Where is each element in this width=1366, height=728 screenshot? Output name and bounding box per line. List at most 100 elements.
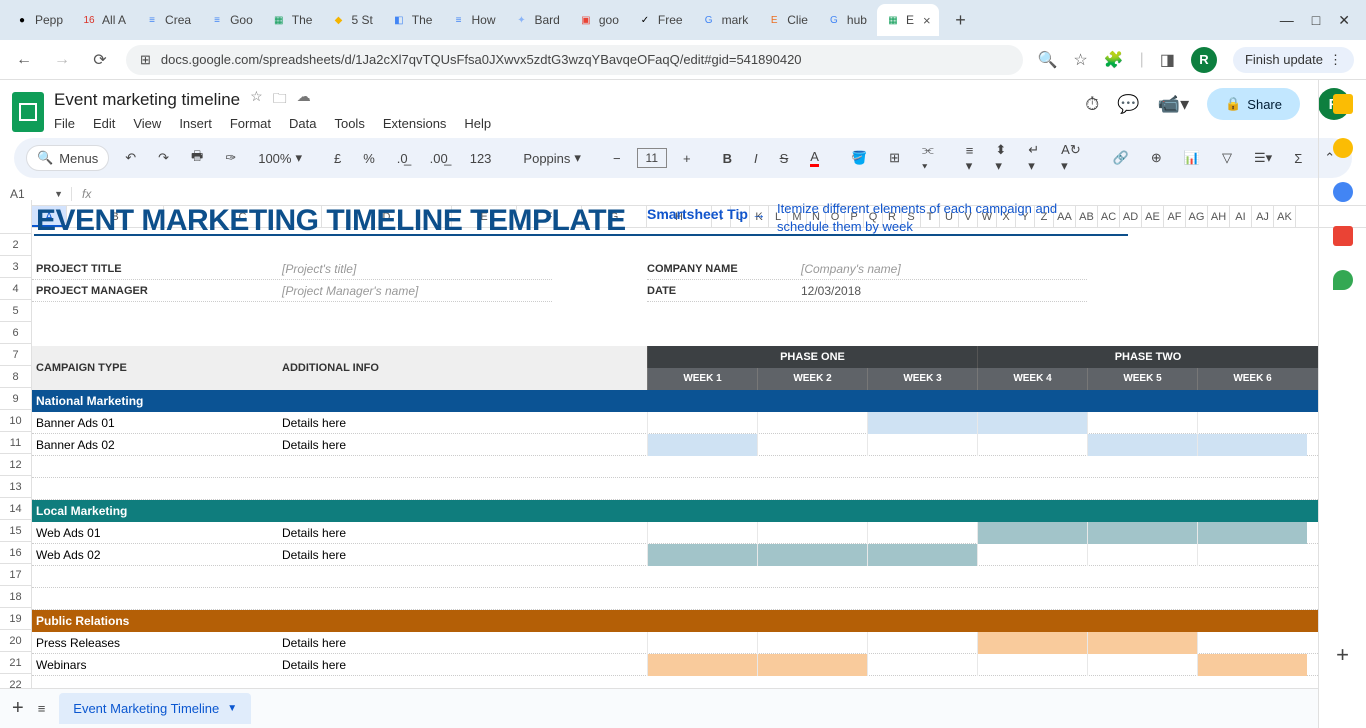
add-addon-button[interactable]: + [1336, 642, 1349, 668]
site-info-icon[interactable]: ⊞ [140, 52, 151, 68]
all-sheets-button[interactable]: ≡ [38, 701, 46, 716]
valign-button[interactable]: ⬍ ▾ [989, 138, 1012, 178]
empty-row[interactable] [32, 588, 1318, 610]
percent-button[interactable]: % [357, 147, 381, 170]
functions-button[interactable]: Σ [1288, 147, 1308, 170]
menu-format[interactable]: Format [230, 116, 271, 131]
browser-tab[interactable]: ≡How [442, 4, 503, 36]
row-header[interactable]: 17 [0, 564, 31, 586]
print-button[interactable]: 🖶 [185, 143, 209, 173]
maps-icon[interactable] [1333, 270, 1353, 290]
empty-row[interactable] [32, 456, 1318, 478]
move-icon[interactable]: 🗀 [273, 88, 287, 112]
project-manager-value[interactable]: [Project Manager's name] [282, 284, 552, 298]
halign-button[interactable]: ≡ ▾ [960, 139, 980, 178]
timeline-row[interactable]: Web Ads 01Details here [32, 522, 1318, 544]
merge-button[interactable]: ⫘ ▾ [916, 138, 940, 178]
row-header[interactable]: 13 [0, 476, 31, 498]
name-box[interactable]: A1▼ [0, 187, 72, 201]
new-tab-button[interactable]: + [947, 6, 975, 34]
share-button[interactable]: 🔒 Share [1207, 88, 1300, 120]
row-header[interactable]: 16 [0, 542, 31, 564]
browser-tab[interactable]: ●Pepp [6, 4, 71, 36]
document-title[interactable]: Event marketing timeline [54, 90, 240, 110]
date-value[interactable]: 12/03/2018 [801, 284, 861, 298]
row-header[interactable]: 2 [0, 234, 31, 256]
insert-chart-button[interactable]: 📊 [1178, 146, 1206, 170]
menu-view[interactable]: View [133, 116, 161, 131]
browser-tab[interactable]: ≡Crea [136, 4, 199, 36]
timeline-row[interactable]: Banner Ads 02Details here [32, 434, 1318, 456]
sheets-logo-icon[interactable] [12, 92, 44, 132]
row-header[interactable]: 3 [0, 256, 31, 278]
menu-extensions[interactable]: Extensions [383, 116, 447, 131]
row-header[interactable]: 6 [0, 322, 31, 344]
smartsheet-tip-link[interactable]: Smartsheet Tip → [647, 206, 766, 222]
font-dropdown[interactable]: Poppins ▾ [517, 146, 587, 170]
link-button[interactable]: 🔗 [1107, 146, 1135, 170]
borders-button[interactable]: ⊞ [883, 146, 906, 170]
row-header[interactable]: 11 [0, 432, 31, 454]
menu-edit[interactable]: Edit [93, 116, 115, 131]
italic-button[interactable]: I [748, 147, 764, 170]
tasks-icon[interactable] [1333, 182, 1353, 202]
row-header[interactable] [0, 200, 31, 234]
undo-button[interactable]: ↶ [119, 146, 142, 170]
row-header[interactable]: 5 [0, 300, 31, 322]
meet-icon[interactable]: 📹▾ [1158, 94, 1189, 115]
empty-row[interactable] [32, 566, 1318, 588]
reload-button[interactable]: ⟳ [88, 50, 112, 70]
increase-decimal-button[interactable]: .00̲ [424, 147, 454, 170]
keep-icon[interactable] [1333, 138, 1353, 158]
zoom-dropdown[interactable]: 100% ▾ [252, 146, 308, 170]
fill-color-button[interactable]: 🪣 [845, 146, 873, 170]
menu-data[interactable]: Data [289, 116, 316, 131]
maximize-button[interactable]: □ [1312, 12, 1320, 29]
decrease-decimal-button[interactable]: .0̲ [391, 147, 414, 170]
timeline-row[interactable]: WebinarsDetails here [32, 654, 1318, 676]
row-header[interactable]: 21 [0, 652, 31, 674]
profile-avatar[interactable]: R [1191, 47, 1217, 73]
filter-button[interactable]: ▽ [1216, 146, 1238, 170]
menu-insert[interactable]: Insert [179, 116, 212, 131]
row-header[interactable]: 14 [0, 498, 31, 520]
cloud-icon[interactable]: ☁ [297, 88, 311, 112]
extensions-icon[interactable]: 🧩 [1104, 50, 1124, 70]
calendar-icon[interactable] [1333, 94, 1353, 114]
browser-tab[interactable]: Gmark [693, 4, 757, 36]
row-header[interactable]: 10 [0, 410, 31, 432]
text-color-button[interactable]: A [804, 145, 825, 171]
browser-tab[interactable]: ◆5 St [322, 4, 380, 36]
browser-tab[interactable]: ✦Bard [506, 4, 568, 36]
close-button[interactable]: ✕ [1338, 12, 1350, 29]
zoom-icon[interactable]: 🔍 [1037, 50, 1057, 70]
search-menus-button[interactable]: 🔍Menus [26, 145, 109, 171]
company-name-value[interactable]: [Company's name] [801, 262, 901, 276]
row-header[interactable]: 4 [0, 278, 31, 300]
star-icon[interactable]: ☆ [250, 88, 263, 112]
back-button[interactable]: ← [12, 51, 36, 69]
currency-button[interactable]: £ [328, 147, 347, 170]
bookmark-icon[interactable]: ☆ [1073, 50, 1087, 70]
history-icon[interactable]: ⏱ [1085, 94, 1099, 115]
row-header[interactable]: 20 [0, 630, 31, 652]
more-formats-button[interactable]: 123 [464, 147, 498, 170]
filter-views-button[interactable]: ☰▾ [1248, 146, 1278, 170]
browser-tab[interactable]: ✓Free [629, 4, 691, 36]
minimize-button[interactable]: — [1280, 12, 1294, 29]
add-sheet-button[interactable]: + [12, 697, 24, 720]
row-header[interactable]: 12 [0, 454, 31, 476]
menu-help[interactable]: Help [464, 116, 491, 131]
rotate-button[interactable]: A↻ ▾ [1055, 138, 1087, 178]
contacts-icon[interactable] [1333, 226, 1353, 246]
row-header[interactable]: 18 [0, 586, 31, 608]
browser-tab[interactable]: ≡Goo [201, 4, 261, 36]
row-header[interactable]: 8 [0, 366, 31, 388]
browser-tab[interactable]: 16All A [73, 4, 134, 36]
browser-tab[interactable]: ◧The [383, 4, 441, 36]
sheet-tab-active[interactable]: Event Marketing Timeline▼ [59, 693, 251, 724]
menu-file[interactable]: File [54, 116, 75, 131]
forward-button[interactable]: → [50, 51, 74, 69]
project-title-value[interactable]: [Project's title] [282, 262, 552, 276]
comment-icon[interactable]: 💬 [1117, 94, 1139, 115]
